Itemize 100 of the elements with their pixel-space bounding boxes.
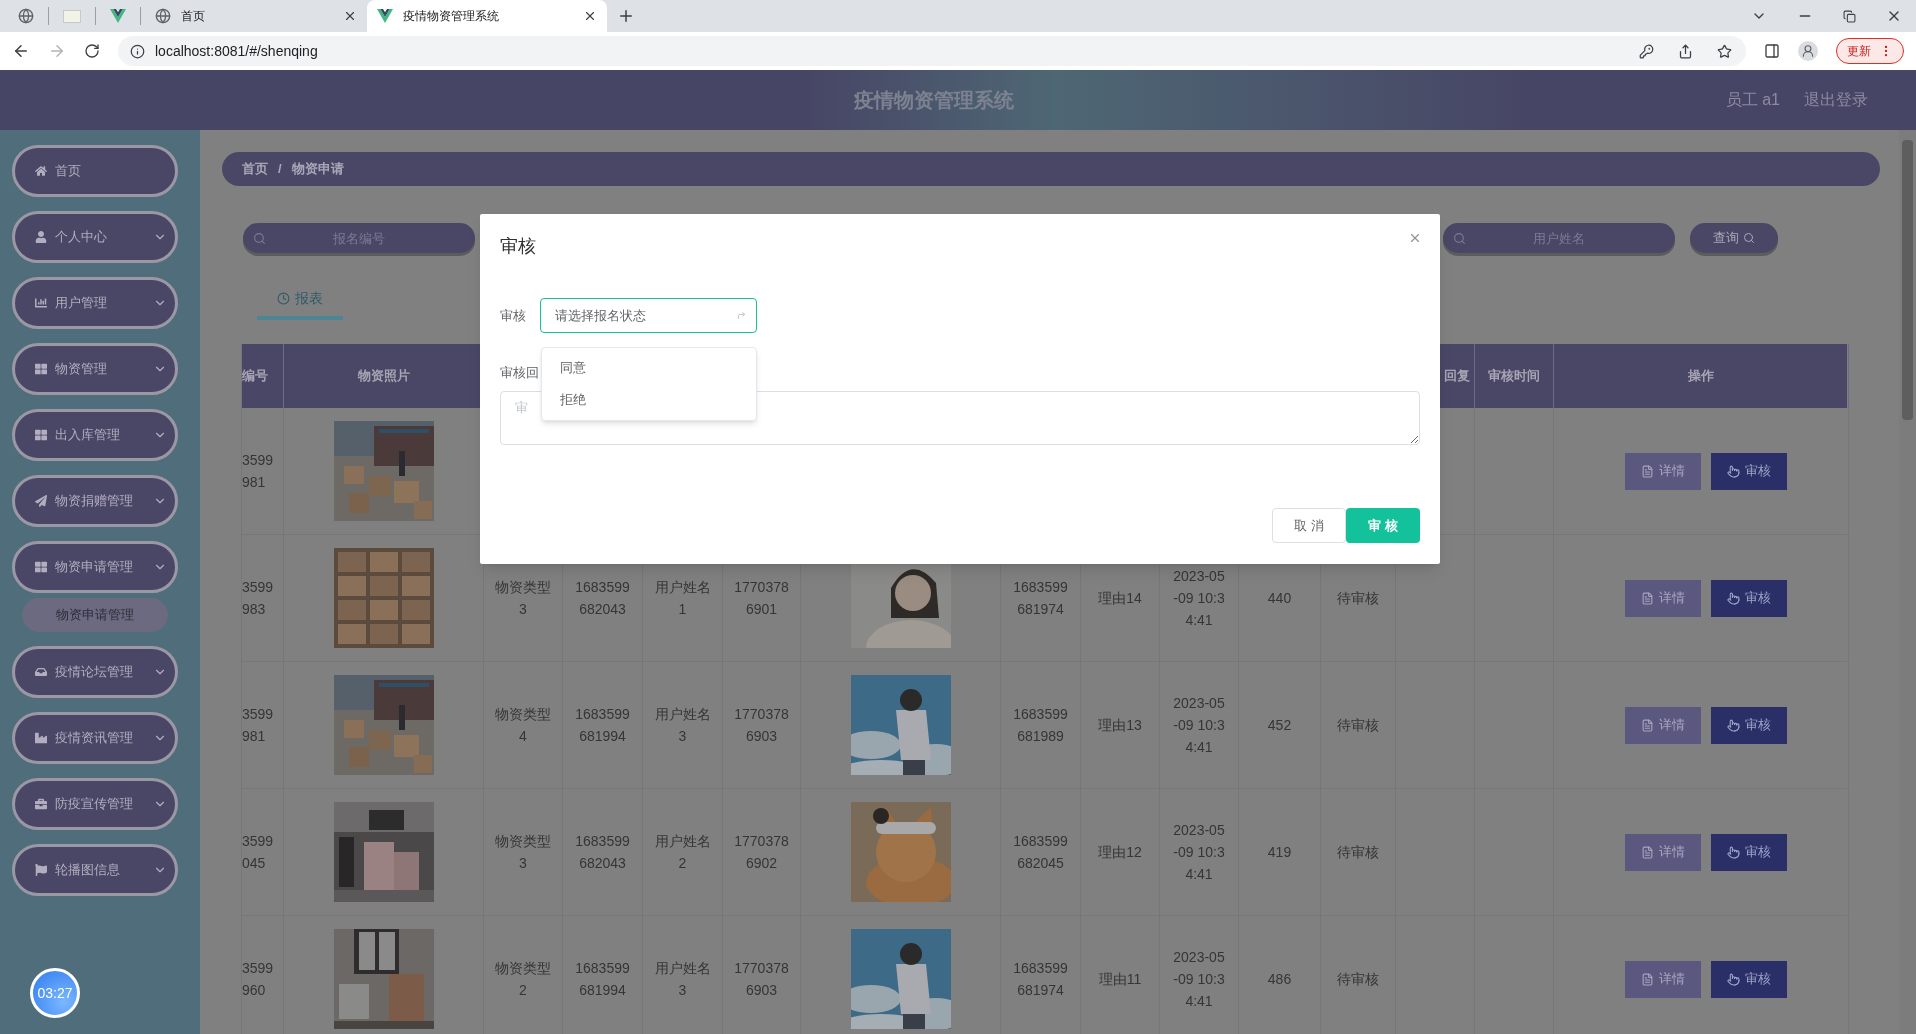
- field-label: 审核回: [500, 364, 539, 383]
- profile-icon[interactable]: [1798, 41, 1818, 61]
- table-cell-text: 用户姓名3: [653, 705, 712, 746]
- person-icon: [1801, 44, 1815, 58]
- sidebar-item[interactable]: 疫情论坛管理: [12, 646, 178, 698]
- document-icon: [1641, 464, 1654, 478]
- review-button[interactable]: 审核: [1711, 960, 1787, 998]
- browser-tab[interactable]: 首页: [145, 0, 367, 32]
- table-cell-text: 物资类型4: [494, 705, 552, 746]
- column-header: 审核时间: [1488, 367, 1540, 386]
- grid-icon: [35, 429, 47, 441]
- sidebar-item[interactable]: 轮播图信息: [12, 844, 178, 896]
- table-cell-text: 17703786903: [733, 959, 790, 1000]
- user-name: 员工 a1: [1725, 90, 1780, 110]
- details-button[interactable]: 详情: [1625, 960, 1701, 998]
- confirm-button[interactable]: 审核: [1346, 508, 1420, 543]
- globe-icon[interactable]: [18, 8, 34, 24]
- table-cell-text: 用户姓名1: [653, 578, 712, 619]
- close-icon[interactable]: [583, 9, 597, 23]
- table-cell-text: 2023-05-09 10:34:41: [1172, 694, 1226, 757]
- submenu-item[interactable]: 物资申请管理: [22, 598, 168, 632]
- sidebar-item[interactable]: 疫情资讯管理: [12, 712, 178, 764]
- dropdown-option[interactable]: 同意: [542, 352, 756, 384]
- side-panel-icon[interactable]: [1764, 43, 1780, 59]
- review-button[interactable]: 审核: [1711, 579, 1787, 617]
- table-cell-text: 用户姓名2: [653, 832, 712, 873]
- column-header: 操作: [1688, 367, 1714, 386]
- table-cell-text: 17703786903: [733, 705, 790, 746]
- status-select[interactable]: 请选择报名状态: [540, 298, 757, 333]
- hand-pointer-icon: [1727, 591, 1740, 605]
- table-cell-text: 1683599681994: [574, 705, 631, 746]
- restore-icon[interactable]: [1843, 9, 1856, 23]
- globe-icon: [155, 8, 171, 24]
- column-header: 编号: [242, 367, 268, 386]
- details-button[interactable]: 详情: [1625, 579, 1701, 617]
- table-cell-text: 1683599682043: [574, 832, 631, 873]
- breadcrumb-link[interactable]: 首页: [242, 159, 268, 179]
- details-button[interactable]: 详情: [1625, 833, 1701, 871]
- review-button[interactable]: 审核: [1711, 833, 1787, 871]
- field-label: 审核: [500, 306, 527, 325]
- sidebar-item[interactable]: 物资捐赠管理: [12, 475, 178, 527]
- close-icon[interactable]: [343, 9, 357, 23]
- table-cell-text: 3599 981: [242, 705, 275, 746]
- cancel-button[interactable]: 取消: [1272, 508, 1346, 543]
- table-cell-text: 待审核: [1336, 716, 1380, 735]
- sidebar-item[interactable]: 用户管理: [12, 277, 178, 329]
- table-cell-text: 2023-05-09 10:34:41: [1172, 821, 1226, 884]
- sidebar-item[interactable]: 个人中心: [12, 211, 178, 263]
- caret-icon: [737, 311, 746, 320]
- new-tab-icon[interactable]: [617, 7, 635, 25]
- star-icon[interactable]: [1717, 43, 1732, 59]
- sidebar-item[interactable]: 出入库管理: [12, 409, 178, 461]
- sidebar-item[interactable]: 物资管理: [12, 343, 178, 395]
- share-icon[interactable]: [1678, 43, 1693, 59]
- table-cell-text: 理由12: [1097, 843, 1143, 862]
- details-button[interactable]: 详情: [1625, 706, 1701, 744]
- hand-pointer-icon: [1727, 718, 1740, 732]
- document-icon: [1641, 591, 1654, 605]
- table-cell-text: 486: [1266, 970, 1293, 989]
- table-cell-text: 待审核: [1336, 970, 1380, 989]
- details-button[interactable]: 详情: [1625, 452, 1701, 490]
- browser-tab[interactable]: 疫情物资管理系统: [367, 0, 607, 32]
- sidebar-item[interactable]: 物资申请管理: [12, 541, 178, 593]
- hand-pointer-icon: [1727, 464, 1740, 478]
- sidebar-item[interactable]: 防疫宣传管理: [12, 778, 178, 830]
- key-icon[interactable]: [1639, 43, 1654, 59]
- table-cell-text: 1683599681974: [1012, 578, 1069, 619]
- breadcrumb-link[interactable]: 物资申请: [291, 159, 344, 179]
- vue-logo-icon: [377, 9, 393, 23]
- update-button[interactable]: 更新: [1836, 38, 1904, 64]
- table-cell-text: 1683599681974: [1012, 959, 1069, 1000]
- table-cell-text: 2023-05-09 10:34:41: [1172, 567, 1226, 630]
- logout-link[interactable]: 退出登录: [1804, 88, 1868, 112]
- grid-icon: [35, 363, 47, 375]
- review-button[interactable]: 审核: [1711, 452, 1787, 490]
- column-header: 物资照片: [357, 367, 410, 386]
- clock-icon: [277, 291, 290, 305]
- query-button[interactable]: 查询: [1690, 223, 1778, 253]
- hand-pointer-icon: [1727, 972, 1740, 986]
- review-button[interactable]: 审核: [1711, 706, 1787, 744]
- back-icon[interactable]: [12, 42, 30, 60]
- dialog-title: 审核: [500, 234, 536, 258]
- sidebar-item[interactable]: 首页: [12, 145, 178, 197]
- grid-icon: [35, 561, 47, 573]
- scrollbar-thumb[interactable]: [1902, 140, 1913, 420]
- document-icon: [1641, 845, 1654, 859]
- reload-icon[interactable]: [84, 43, 100, 59]
- table-cell-text: 1683599681989: [1012, 705, 1069, 746]
- table-cell-text: 物资类型2: [494, 959, 552, 1000]
- table-cell-text: 理由11: [1097, 970, 1143, 989]
- tray-icon: [35, 666, 47, 678]
- table-cell-text: 3599 981: [242, 451, 275, 492]
- paper-plane-icon: [35, 495, 47, 507]
- table-cell-text: 17703786901: [733, 578, 790, 619]
- table-cell-text: 452: [1266, 716, 1293, 735]
- table-cell-text: 3599 960: [242, 959, 275, 1000]
- flag-icon: [35, 864, 47, 876]
- address-bar[interactable]: localhost:8081/#/shenqing: [118, 36, 1746, 66]
- table-cell-text: 17703786902: [733, 832, 790, 873]
- table-cell-text: 2023-05-09 10:34:41: [1172, 948, 1226, 1011]
